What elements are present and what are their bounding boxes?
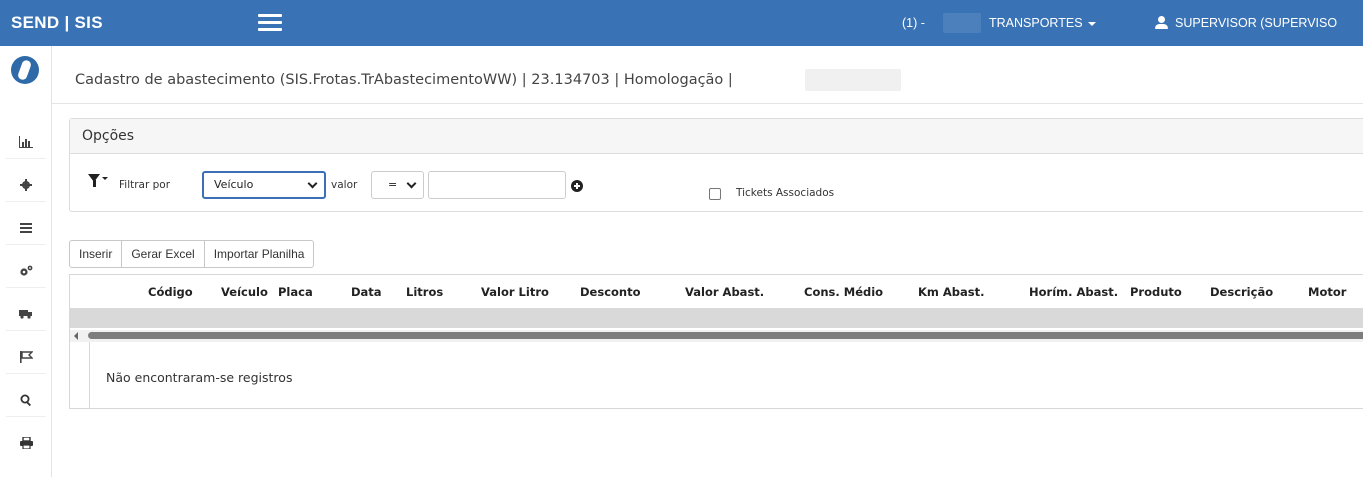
grid-toolbar: Inserir Gerar Excel Importar Planilha	[69, 240, 315, 268]
column-header[interactable]: Litros	[406, 285, 443, 299]
chevron-down-icon	[406, 178, 417, 189]
user-icon	[1155, 16, 1168, 29]
menu-toggle-icon[interactable]	[258, 14, 282, 32]
insert-button[interactable]: Inserir	[69, 240, 123, 268]
operator-select[interactable]: =	[371, 171, 424, 199]
column-header[interactable]: Data	[351, 285, 382, 299]
filter-icon[interactable]	[88, 172, 108, 188]
grid-header: Código Veículo Placa Data Litros Valor L…	[70, 275, 1363, 309]
company-menu[interactable]: TRANSPORTES	[989, 0, 1096, 46]
brand-logo[interactable]: SEND | SIS	[0, 0, 140, 46]
list-icon[interactable]	[14, 216, 38, 240]
import-spreadsheet-button[interactable]: Importar Planilha	[203, 240, 315, 268]
column-header[interactable]: Veículo	[221, 285, 268, 299]
column-header[interactable]: Horím. Abast.	[1029, 285, 1118, 299]
caret-down-icon	[1087, 21, 1096, 26]
add-filter-icon[interactable]	[571, 180, 583, 192]
filter-field-select[interactable]: Veículo	[202, 171, 326, 199]
column-header[interactable]: Descrição	[1210, 285, 1273, 299]
company-menu-label: TRANSPORTES	[989, 16, 1083, 30]
tickets-associated-checkbox[interactable]	[709, 188, 721, 200]
column-header[interactable]: Motor	[1308, 285, 1346, 299]
user-menu-label: SUPERVISOR (SUPERVISO	[1175, 16, 1338, 30]
search-icon[interactable]	[14, 388, 38, 412]
value-label: valor	[331, 179, 358, 191]
user-menu[interactable]: SUPERVISOR (SUPERVISO	[1155, 0, 1337, 46]
gear-icon[interactable]	[14, 173, 38, 197]
empty-message: Não encontraram-se registros	[106, 370, 293, 385]
horizontal-scrollbar[interactable]	[70, 330, 1363, 342]
column-header[interactable]: Km Abast.	[918, 285, 985, 299]
redacted-company-name	[943, 13, 981, 33]
operator-value: =	[388, 178, 398, 191]
company-code: (1) -	[902, 16, 925, 30]
truck-icon[interactable]	[14, 302, 38, 326]
records-grid: Código Veículo Placa Data Litros Valor L…	[69, 274, 1363, 409]
page-title: Cadastro de abastecimento (SIS.Frotas.Tr…	[75, 72, 733, 88]
cogs-icon[interactable]	[14, 259, 38, 283]
column-header[interactable]: Produto	[1130, 285, 1182, 299]
column-header[interactable]: Placa	[278, 285, 313, 299]
column-header[interactable]: Desconto	[580, 285, 641, 299]
column-header[interactable]: Valor Abast.	[685, 285, 764, 299]
scrollbar-thumb[interactable]	[88, 332, 1363, 339]
tickets-associated-label: Tickets Associados	[736, 187, 835, 199]
title-divider	[52, 103, 1363, 104]
scroll-left-icon[interactable]	[74, 332, 78, 340]
column-header[interactable]: Valor Litro	[481, 285, 549, 299]
top-navbar: SEND | SIS (1) - TRANSPORTES SUPERVISOR …	[0, 0, 1363, 46]
app-logo-icon[interactable]	[11, 56, 39, 84]
print-icon[interactable]	[14, 431, 38, 455]
filter-value-input[interactable]	[428, 171, 566, 199]
filter-field-value: Veículo	[214, 178, 254, 191]
chevron-down-icon	[307, 178, 318, 189]
chart-icon[interactable]	[14, 130, 38, 154]
filter-by-label: Filtrar por	[119, 179, 171, 191]
left-sidebar	[0, 46, 52, 477]
export-excel-button[interactable]: Gerar Excel	[121, 240, 205, 268]
column-header[interactable]: Código	[148, 285, 193, 299]
grid-filter-row	[70, 309, 1363, 328]
redacted-environment	[805, 69, 901, 91]
column-header[interactable]: Cons. Médio	[804, 285, 883, 299]
flag-icon[interactable]	[14, 345, 38, 369]
options-heading: Opções	[70, 119, 1363, 154]
